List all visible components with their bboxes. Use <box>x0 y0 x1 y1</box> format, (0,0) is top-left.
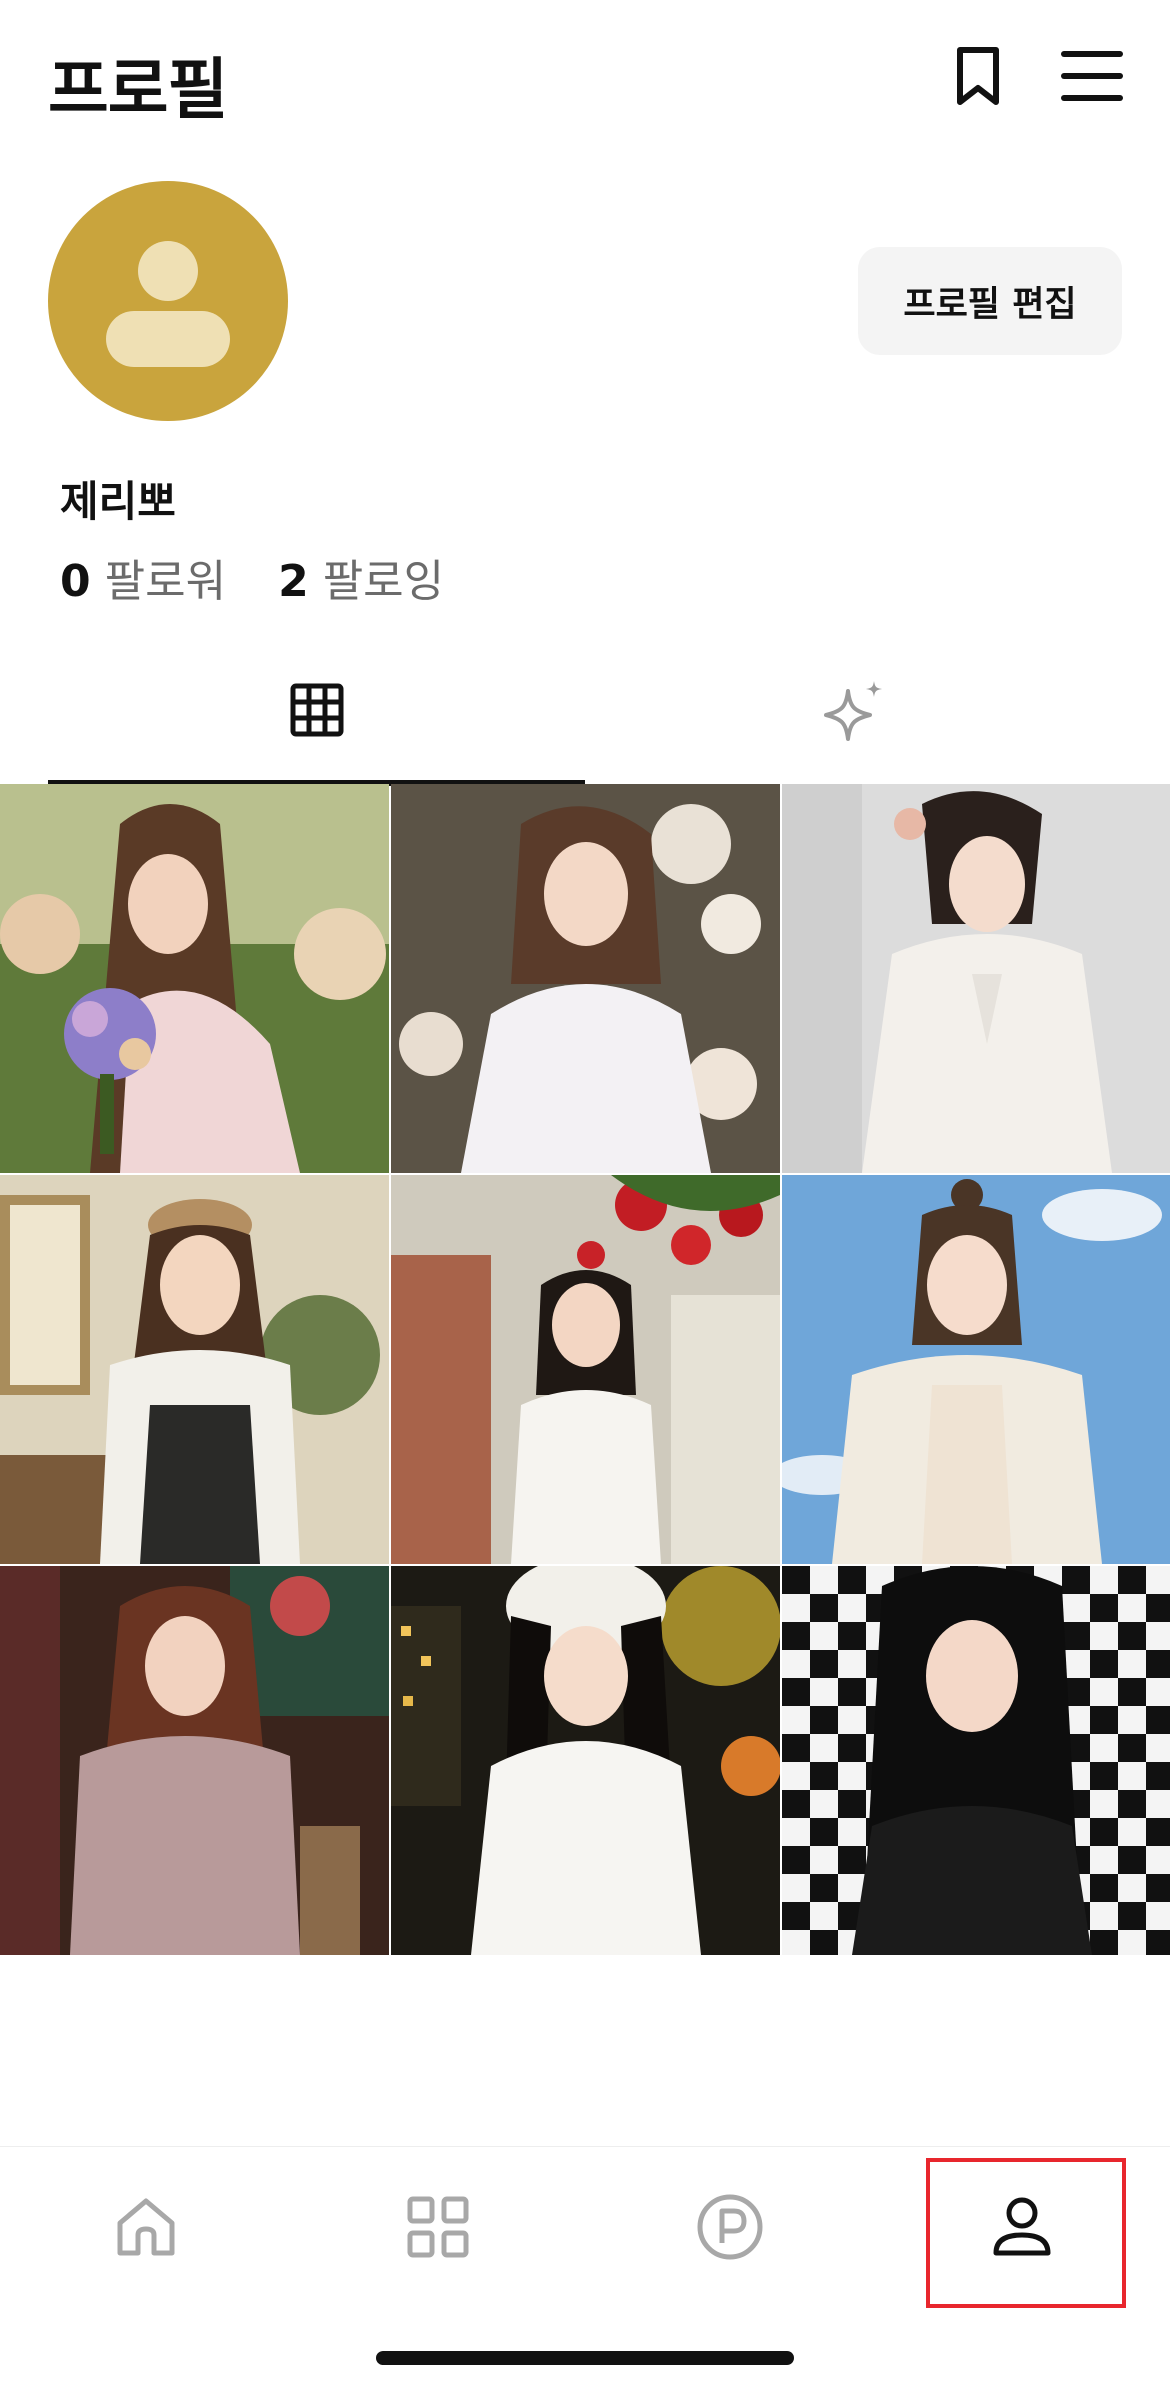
bookmark-icon[interactable] <box>946 44 1010 108</box>
following-stat[interactable]: 2 팔로잉 <box>278 545 444 609</box>
sparkle-icon <box>823 681 882 741</box>
photo-woman-bouquet-garden[interactable] <box>0 784 389 1173</box>
avatar[interactable] <box>48 181 288 421</box>
photo-woman-red-roses-alley[interactable] <box>391 1175 780 1564</box>
photo-woman-shirt-dark-room[interactable] <box>0 1566 389 1955</box>
tab-grid[interactable] <box>48 640 585 786</box>
photo-woman-checker-pattern[interactable] <box>782 1566 1170 1955</box>
app-header: 프로필 <box>0 0 1170 160</box>
grid-icon <box>290 683 343 737</box>
nav-point[interactable] <box>584 2147 876 2307</box>
nav-home[interactable] <box>0 2147 292 2307</box>
page-title: 프로필 <box>48 51 228 128</box>
following-label: 팔로잉 <box>322 556 445 607</box>
photo-woman-blue-sky[interactable] <box>782 1175 1170 1564</box>
tab-ai[interactable] <box>585 640 1122 786</box>
photo-woman-beret-overalls[interactable] <box>0 1175 389 1564</box>
menu-icon[interactable] <box>1060 44 1124 108</box>
highlight-box <box>926 2158 1126 2308</box>
username: 제리뽀 <box>60 477 176 526</box>
nav-feed[interactable] <box>292 2147 584 2307</box>
photo-grid <box>0 784 1170 1955</box>
followers-stat[interactable]: 0 팔로워 <box>60 545 226 609</box>
photo-woman-white-dress-roses[interactable] <box>391 784 780 1173</box>
content-tabs <box>0 640 1170 786</box>
home-indicator[interactable] <box>376 2351 794 2365</box>
home-icon <box>117 2198 175 2256</box>
photo-woman-white-beanie-night[interactable] <box>391 1566 780 1955</box>
followers-label: 팔로워 <box>104 556 227 607</box>
point-icon <box>697 2194 763 2260</box>
follow-stats: 0 팔로워 2 팔로잉 <box>60 545 496 609</box>
photo-woman-hanbok[interactable] <box>782 784 1170 1173</box>
default-avatar-icon <box>106 241 230 367</box>
edit-profile-button[interactable]: 프로필 편집 <box>858 247 1122 355</box>
following-count: 2 <box>278 556 309 607</box>
feed-icon <box>407 2196 469 2258</box>
followers-count: 0 <box>60 556 91 607</box>
